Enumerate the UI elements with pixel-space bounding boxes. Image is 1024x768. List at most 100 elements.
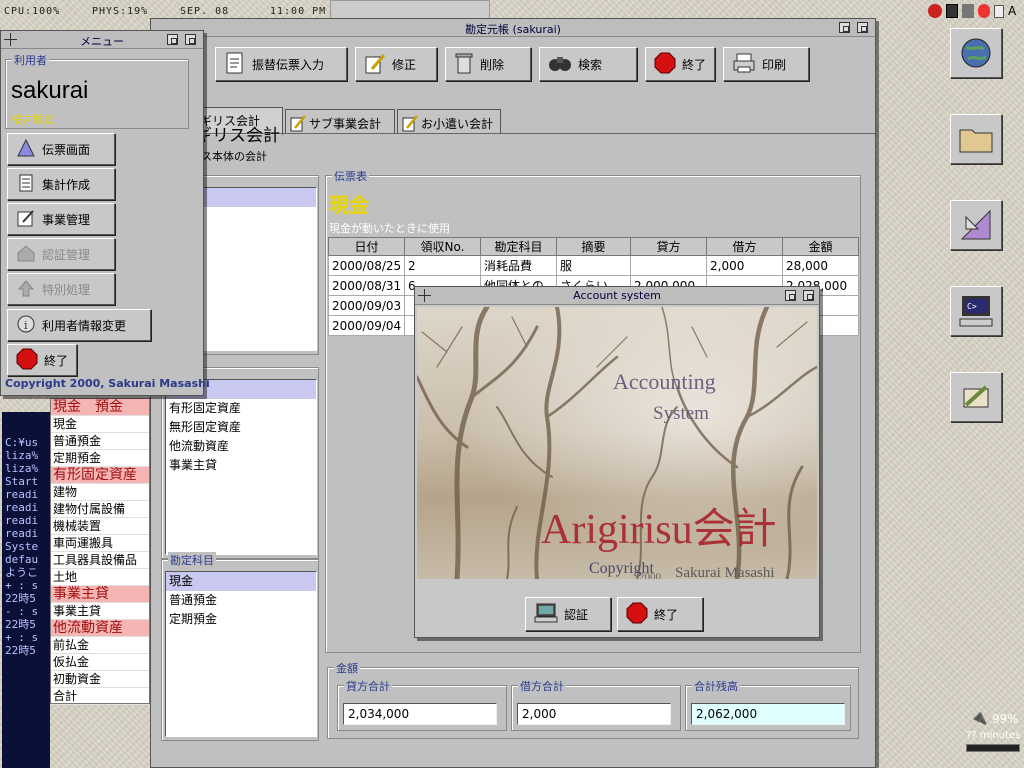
table-row[interactable]: 2000/08/25 2 消耗品費服 2,000 28,000: [328, 255, 859, 276]
battery-status[interactable]: 🔌 99% ?? minutes: [966, 710, 1022, 752]
terminal-line: 22時5: [5, 592, 36, 605]
ledger-titlebar[interactable]: 勘定元帳 (sakurai): [151, 19, 875, 37]
terminal-line: readi: [5, 488, 39, 501]
terminal-line: C:¥us: [5, 436, 39, 449]
voucher-group-legend: 伝票表: [332, 168, 369, 184]
column-header[interactable]: 勘定科目: [480, 237, 557, 256]
toolbar-button-label: 印刷: [762, 57, 787, 72]
list-item[interactable]: 定期預金: [166, 610, 316, 629]
pencil-icon: [364, 51, 386, 78]
toolbar-button-4[interactable]: 終了: [645, 47, 715, 81]
auth-button-label: 認証: [564, 607, 589, 622]
chip-icon[interactable]: [962, 4, 974, 18]
terminal-line: readi: [5, 501, 39, 514]
list-item[interactable]: 現金: [166, 572, 316, 591]
menu-button-1[interactable]: 集計作成: [7, 168, 115, 200]
debit-total-label: 借方合計: [518, 678, 566, 694]
tab-2[interactable]: お小遣い会計: [397, 109, 501, 133]
auth-button[interactable]: 認証: [525, 597, 611, 631]
category-item[interactable]: 初動資金: [51, 671, 149, 688]
list-item[interactable]: 無形固定資産: [166, 418, 316, 437]
toolbar-button-0[interactable]: 振替伝票入力: [215, 47, 347, 81]
account-category-list[interactable]: 現金 預金 現金 普通預金 定期預金 有形固定資産 建物 建物付属設備 機械装置 車両運搬具 工具…: [50, 398, 150, 705]
category-header[interactable]: 有形固定資産: [51, 467, 149, 484]
list-item[interactable]: 有形固定資産: [166, 399, 316, 418]
system-tray: A: [928, 4, 1020, 20]
alert-icon[interactable]: [978, 4, 990, 18]
toolbar-button-3[interactable]: 検索: [539, 47, 637, 81]
splash-titlebar[interactable]: Account system: [415, 287, 819, 305]
column-header[interactable]: 借方: [706, 237, 783, 256]
category-listbox[interactable]: 現金有形固定資産無形固定資産他流動資産事業主貸: [165, 379, 317, 555]
ledger-title: 勘定元帳 (sakurai): [465, 23, 561, 36]
graphics-desktop-icon[interactable]: [950, 200, 1002, 250]
menu-button-0[interactable]: 伝票画面: [7, 133, 115, 165]
menu-button-2[interactable]: 事業管理: [7, 203, 115, 235]
document-icon[interactable]: [994, 5, 1004, 18]
toolbar-button-label: 削除: [480, 57, 505, 72]
cpu-readout: CPU:100%: [4, 6, 61, 17]
category-item[interactable]: 車両運搬具: [51, 535, 149, 552]
ledger-heading: ギリス会計: [195, 126, 280, 146]
splash-exit-button[interactable]: 終了: [617, 597, 703, 631]
list-item[interactable]: 他流動資産: [166, 437, 316, 456]
toolbar-button-1[interactable]: 修正: [355, 47, 437, 81]
list-item[interactable]: 普通預金: [166, 591, 316, 610]
category-header[interactable]: 他流動資産: [51, 620, 149, 637]
toolbar-button-2[interactable]: 削除: [445, 47, 531, 81]
column-header[interactable]: 日付: [328, 237, 405, 256]
toolbar-button-5[interactable]: 印刷: [723, 47, 809, 81]
terminal-desktop-icon[interactable]: C>: [950, 286, 1002, 336]
category-item[interactable]: 前払金: [51, 637, 149, 654]
minimize-icon[interactable]: [167, 34, 178, 45]
category-item[interactable]: 建物: [51, 484, 149, 501]
stop-icon: [654, 52, 676, 77]
column-header[interactable]: 貸方: [630, 237, 707, 256]
ledger-subheading: ス本体の会計: [201, 150, 267, 163]
upload-icon: [16, 278, 36, 301]
account-listbox[interactable]: 現金 普通預金 定期預金: [165, 571, 317, 737]
folder-desktop-icon[interactable]: [950, 114, 1002, 164]
category-item[interactable]: 普通預金: [51, 433, 149, 450]
category-item[interactable]: 土地: [51, 569, 149, 586]
category-item[interactable]: 合計: [51, 688, 149, 705]
globe-desktop-icon[interactable]: [950, 28, 1002, 78]
maximize-icon[interactable]: [857, 22, 868, 33]
tab-label: お小遣い会計: [421, 117, 494, 131]
input-mode-indicator[interactable]: A: [1008, 4, 1016, 18]
tab-1[interactable]: サブ事業会計: [285, 109, 395, 133]
menu-button-3[interactable]: 認証管理: [7, 238, 115, 270]
category-item[interactable]: 現金: [51, 416, 149, 433]
menu-button-4[interactable]: 特別処理: [7, 273, 115, 305]
category-header[interactable]: 事業主貸: [51, 586, 149, 603]
column-header[interactable]: 領収No.: [404, 237, 481, 256]
edit-desktop-icon[interactable]: [950, 372, 1002, 422]
logo-line1: Accounting: [613, 369, 716, 394]
battery-remaining: ?? minutes: [966, 730, 1021, 741]
record-icon[interactable]: [928, 4, 942, 18]
category-item[interactable]: 機械装置: [51, 518, 149, 535]
category-item[interactable]: 工具器具設備品: [51, 552, 149, 569]
menu-button-label: 伝票画面: [42, 142, 91, 157]
menu-button-6[interactable]: 終了: [7, 344, 77, 376]
column-header[interactable]: 摘要: [556, 237, 631, 256]
debit-total-field[interactable]: 2,000: [517, 703, 671, 725]
menu-button-label: 認証管理: [42, 247, 91, 262]
category-item[interactable]: 仮払金: [51, 654, 149, 671]
balance-field[interactable]: 2,062,000: [691, 703, 845, 725]
category-item[interactable]: 建物付属設備: [51, 501, 149, 518]
list-item[interactable]: 事業主貸: [166, 456, 316, 475]
minimize-icon[interactable]: [839, 22, 850, 33]
maximize-icon[interactable]: [803, 290, 814, 301]
disk-icon[interactable]: [946, 4, 958, 18]
category-item[interactable]: 事業主貸: [51, 603, 149, 620]
minimize-icon[interactable]: [785, 290, 796, 301]
category-header[interactable]: 現金 預金: [51, 399, 149, 416]
terminal-window[interactable]: C:¥us liza% liza% Start readi readi readi readi…: [2, 412, 50, 768]
maximize-icon[interactable]: [185, 34, 196, 45]
category-item[interactable]: 定期預金: [51, 450, 149, 467]
credit-total-field[interactable]: 2,034,000: [343, 703, 497, 725]
menu-titlebar[interactable]: メニュー: [1, 31, 203, 49]
menu-button-5[interactable]: i 利用者情報変更: [7, 309, 151, 341]
column-header[interactable]: 金額: [782, 237, 859, 256]
